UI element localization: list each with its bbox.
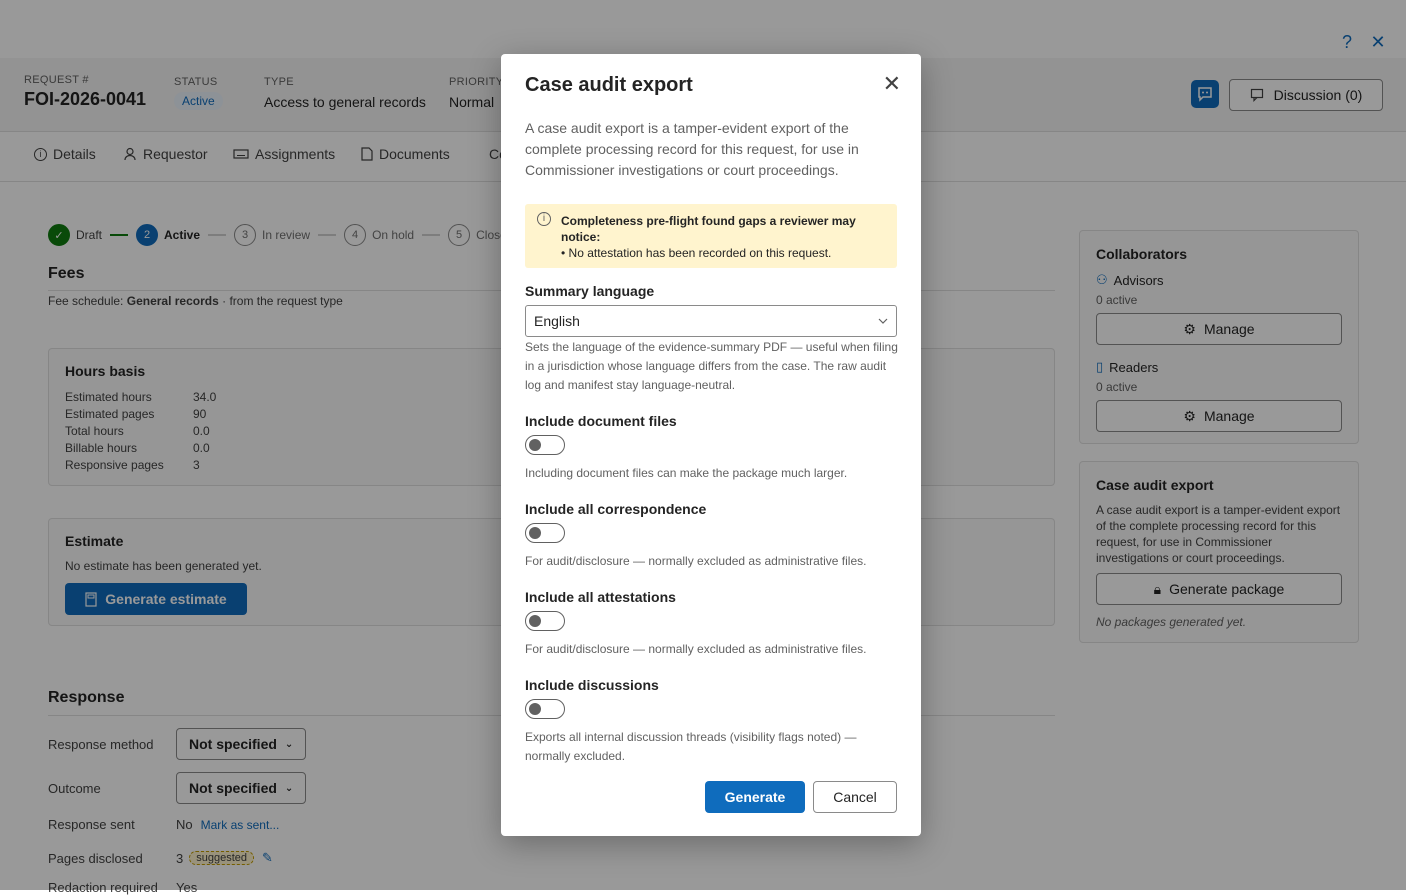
toggle-knob xyxy=(529,527,541,539)
chevron-down-icon xyxy=(878,318,888,324)
summary-language-label: Summary language xyxy=(525,283,655,299)
include-documents-toggle[interactable] xyxy=(525,435,565,455)
option-hint: For audit/disclosure — normally excluded… xyxy=(525,642,867,656)
option-label: Include all attestations xyxy=(525,589,676,605)
option-label: Include document files xyxy=(525,413,677,429)
case-audit-export-dialog: Case audit export ✕ A case audit export … xyxy=(501,54,921,836)
include-discussions-toggle[interactable] xyxy=(525,699,565,719)
summary-language-select[interactable]: English xyxy=(525,305,897,337)
toggle-knob xyxy=(529,439,541,451)
include-attestations-toggle[interactable] xyxy=(525,611,565,631)
summary-language-hint: Sets the language of the evidence-summar… xyxy=(525,340,898,392)
option-hint: For audit/disclosure — normally excluded… xyxy=(525,554,867,568)
include-correspondence-toggle[interactable] xyxy=(525,523,565,543)
option-label: Include all correspondence xyxy=(525,501,707,517)
warning-item: • No attestation has been recorded on th… xyxy=(561,246,832,260)
option-hint: Including document files can make the pa… xyxy=(525,466,848,480)
toggle-knob xyxy=(529,615,541,627)
summary-language-value: English xyxy=(534,313,580,329)
toggle-knob xyxy=(529,703,541,715)
option-label: Include discussions xyxy=(525,677,659,693)
cancel-button[interactable]: Cancel xyxy=(813,781,897,813)
generate-button[interactable]: Generate xyxy=(705,781,805,813)
warning-title: Completeness pre-flight found gaps a rev… xyxy=(561,214,856,244)
info-icon: i xyxy=(537,212,551,226)
dialog-intro: A case audit export is a tamper-evident … xyxy=(525,120,859,178)
close-icon[interactable]: ✕ xyxy=(883,73,901,95)
preflight-warning: i Completeness pre-flight found gaps a r… xyxy=(525,204,897,268)
dialog-title: Case audit export xyxy=(525,74,693,96)
option-hint: Exports all internal discussion threads … xyxy=(525,730,857,763)
